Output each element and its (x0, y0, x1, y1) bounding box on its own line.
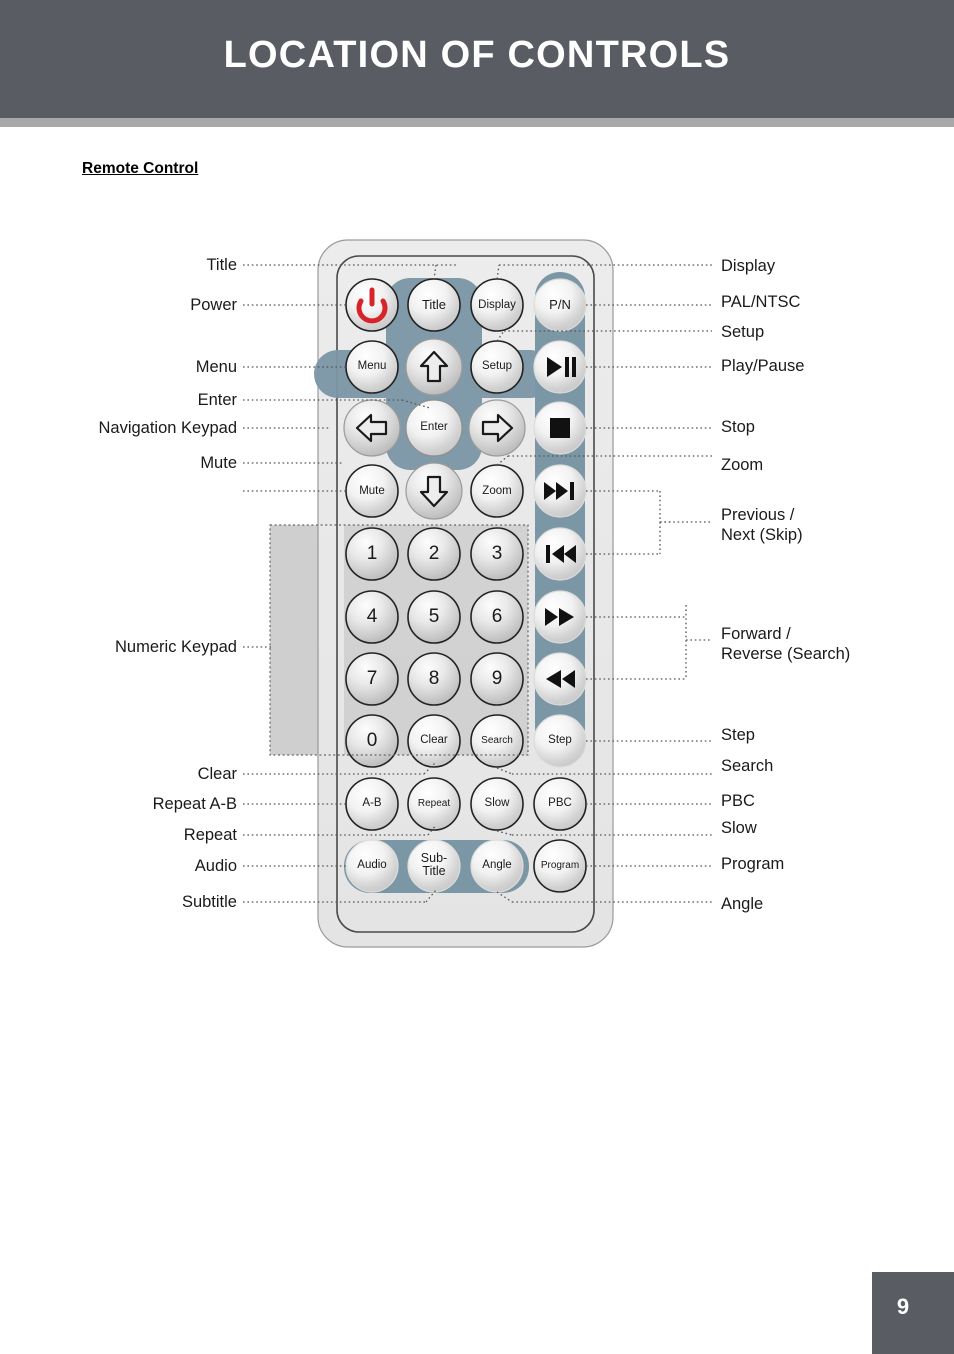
callout-navigation-keypad: Navigation Keypad (98, 419, 237, 437)
button-zoom (470, 464, 524, 518)
button-setup (470, 340, 524, 394)
callout-mute: Mute (200, 454, 237, 472)
page-number-box: 9 (872, 1272, 954, 1354)
section-heading: Remote Control (82, 160, 199, 177)
callout-previous-next: Previous / Next (Skip) (721, 505, 803, 545)
button-clear (407, 714, 461, 768)
button-num9 (470, 652, 524, 706)
callout-clear: Clear (197, 765, 237, 783)
callout-audio: Audio (194, 857, 237, 875)
button-num7 (345, 652, 399, 706)
callout-angle: Angle (721, 895, 764, 913)
callout-subtitle: Subtitle (181, 893, 237, 911)
callout-step: Step (721, 726, 755, 744)
button-num0 (345, 714, 399, 768)
callout-forward-reverse-line1: Forward / (721, 625, 791, 643)
callout-play-pause: Play/Pause (721, 357, 805, 375)
button-enter (405, 399, 463, 457)
callout-display: Display (721, 257, 776, 275)
callout-forward-reverse-line2: Reverse (Search) (721, 645, 851, 664)
callout-power: Power (190, 296, 237, 314)
button-repeat (407, 777, 461, 831)
callout-zoom: Zoom (721, 456, 764, 474)
button-display (470, 278, 524, 332)
callout-pal-ntsc: PAL/NTSC (721, 293, 801, 311)
button-num4 (345, 590, 399, 644)
stop-icon (550, 418, 570, 438)
callout-search: Search (721, 757, 774, 775)
callout-menu: Menu (195, 358, 237, 376)
button-pn (533, 278, 587, 332)
button-num1 (345, 527, 399, 581)
callout-forward-reverse: Forward / Reverse (Search) (721, 624, 850, 664)
button-subtitle (407, 839, 461, 893)
button-num5 (407, 590, 461, 644)
remote-control-diagram: Title Display P/N Menu Setup Enter Mute … (0, 200, 954, 980)
callout-title: Title (206, 256, 237, 274)
callout-previous-next-line1: Previous / (721, 506, 795, 524)
callout-setup: Setup (721, 323, 765, 341)
page-title: LOCATION OF CONTROLS (223, 34, 731, 76)
button-title (407, 278, 461, 332)
button-slow (470, 777, 524, 831)
callout-numeric-keypad: Numeric Keypad (115, 638, 237, 656)
button-search (470, 714, 524, 768)
callout-stop: Stop (721, 418, 755, 436)
callout-program: Program (721, 855, 785, 873)
callout-repeat-a-b: Repeat A-B (152, 795, 237, 813)
button-pbc (533, 777, 587, 831)
button-mute (345, 464, 399, 518)
callout-repeat: Repeat (183, 826, 237, 844)
button-num3 (470, 527, 524, 581)
button-step (533, 714, 587, 768)
callout-slow: Slow (721, 819, 757, 837)
button-program (533, 839, 587, 893)
button-num8 (407, 652, 461, 706)
callout-previous-next-line2: Next (Skip) (721, 526, 803, 545)
callout-pbc: PBC (721, 792, 755, 810)
button-num6 (470, 590, 524, 644)
header-divider-rule (0, 118, 954, 127)
button-angle (470, 839, 524, 893)
callout-enter: Enter (197, 391, 237, 409)
button-menu (345, 340, 399, 394)
button-ab (345, 777, 399, 831)
button-audio (345, 839, 399, 893)
button-num2 (407, 527, 461, 581)
page-number: 9 (896, 1294, 910, 1319)
